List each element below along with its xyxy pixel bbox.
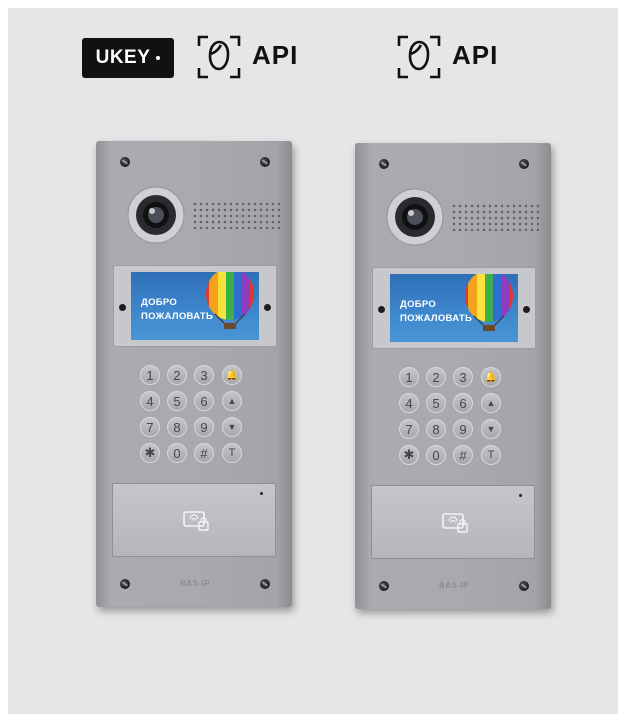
key-bell[interactable]: 🔔 xyxy=(481,367,501,387)
key-hash[interactable]: # xyxy=(453,445,473,465)
welcome-line-1: ДОБРО xyxy=(141,297,178,308)
key-t[interactable]: T xyxy=(222,443,242,463)
key-6[interactable]: 6 xyxy=(453,393,473,413)
speaker-grille xyxy=(192,201,280,229)
intercom-panel: ДОБРО ПОЖАЛОВАТЬ 1 2 3 🔔 4 5 6 ▲ 7 8 9 ▼… xyxy=(355,143,551,609)
ukey-badge: UKEY xyxy=(82,38,174,78)
display-screen: ДОБРО ПОЖАЛОВАТЬ xyxy=(390,274,518,342)
card-reader-icon xyxy=(183,511,209,531)
key-star[interactable]: ✱ xyxy=(399,445,419,465)
key-9[interactable]: 9 xyxy=(194,417,214,437)
camera-lens xyxy=(127,186,185,244)
key-7[interactable]: 7 xyxy=(140,417,160,437)
card-reader-icon xyxy=(442,513,468,533)
screw xyxy=(260,157,270,167)
sensor-dot xyxy=(264,304,271,311)
key-bell[interactable]: 🔔 xyxy=(222,365,242,385)
card-reader[interactable] xyxy=(371,485,535,559)
key-1[interactable]: 1 xyxy=(140,365,160,385)
key-2[interactable]: 2 xyxy=(426,367,446,387)
sensor-dot xyxy=(119,304,126,311)
card-reader[interactable] xyxy=(112,483,276,557)
key-4[interactable]: 4 xyxy=(140,391,160,411)
key-down[interactable]: ▼ xyxy=(222,417,242,437)
key-star[interactable]: ✱ xyxy=(140,443,160,463)
reader-led xyxy=(519,494,522,497)
key-3[interactable]: 3 xyxy=(194,365,214,385)
key-5[interactable]: 5 xyxy=(426,393,446,413)
welcome-line-2: ПОЖАЛОВАТЬ xyxy=(141,311,214,322)
display-frame: ДОБРО ПОЖАЛОВАТЬ xyxy=(372,267,536,349)
key-3[interactable]: 3 xyxy=(453,367,473,387)
screw xyxy=(260,579,270,589)
key-5[interactable]: 5 xyxy=(167,391,187,411)
brand-logo: BAS-IP xyxy=(439,581,470,590)
key-down[interactable]: ▼ xyxy=(481,419,501,439)
reader-led xyxy=(260,492,263,495)
screw xyxy=(519,159,529,169)
key-8[interactable]: 8 xyxy=(426,419,446,439)
welcome-line-2: ПОЖАЛОВАТЬ xyxy=(400,313,473,324)
key-0[interactable]: 0 xyxy=(426,445,446,465)
speaker-grille xyxy=(451,203,539,231)
key-2[interactable]: 2 xyxy=(167,365,187,385)
key-up[interactable]: ▲ xyxy=(481,393,501,413)
ukey-label: UKEY xyxy=(95,47,151,68)
key-up[interactable]: ▲ xyxy=(222,391,242,411)
welcome-text: ДОБРО ПОЖАЛОВАТЬ xyxy=(141,296,213,324)
key-9[interactable]: 9 xyxy=(453,419,473,439)
face-recognition-icon xyxy=(197,35,241,79)
brand-logo: BAS-IP xyxy=(180,579,211,588)
key-hash[interactable]: # xyxy=(194,443,214,463)
welcome-text: ДОБРО ПОЖАЛОВАТЬ xyxy=(400,298,472,326)
key-7[interactable]: 7 xyxy=(399,419,419,439)
screw xyxy=(519,581,529,591)
screw xyxy=(379,581,389,591)
api-label: API xyxy=(252,40,299,70)
intercom-panel: ДОБРО ПОЖАЛОВАТЬ 1 2 3 🔔 4 5 6 ▲ 7 8 9 ▼… xyxy=(96,141,292,607)
key-4[interactable]: 4 xyxy=(399,393,419,413)
face-recognition-icon xyxy=(397,35,441,79)
ukey-dot xyxy=(156,56,161,60)
camera-lens xyxy=(386,188,444,246)
welcome-line-1: ДОБРО xyxy=(400,299,437,310)
screw xyxy=(379,159,389,169)
sensor-dot xyxy=(378,306,385,313)
key-1[interactable]: 1 xyxy=(399,367,419,387)
screw xyxy=(120,157,130,167)
key-6[interactable]: 6 xyxy=(194,391,214,411)
sensor-dot xyxy=(523,306,530,313)
api-label: API xyxy=(452,40,499,70)
display-screen: ДОБРО ПОЖАЛОВАТЬ xyxy=(131,272,259,340)
display-frame: ДОБРО ПОЖАЛОВАТЬ xyxy=(113,265,277,347)
key-0[interactable]: 0 xyxy=(167,443,187,463)
key-t[interactable]: T xyxy=(481,445,501,465)
screw xyxy=(120,579,130,589)
key-8[interactable]: 8 xyxy=(167,417,187,437)
